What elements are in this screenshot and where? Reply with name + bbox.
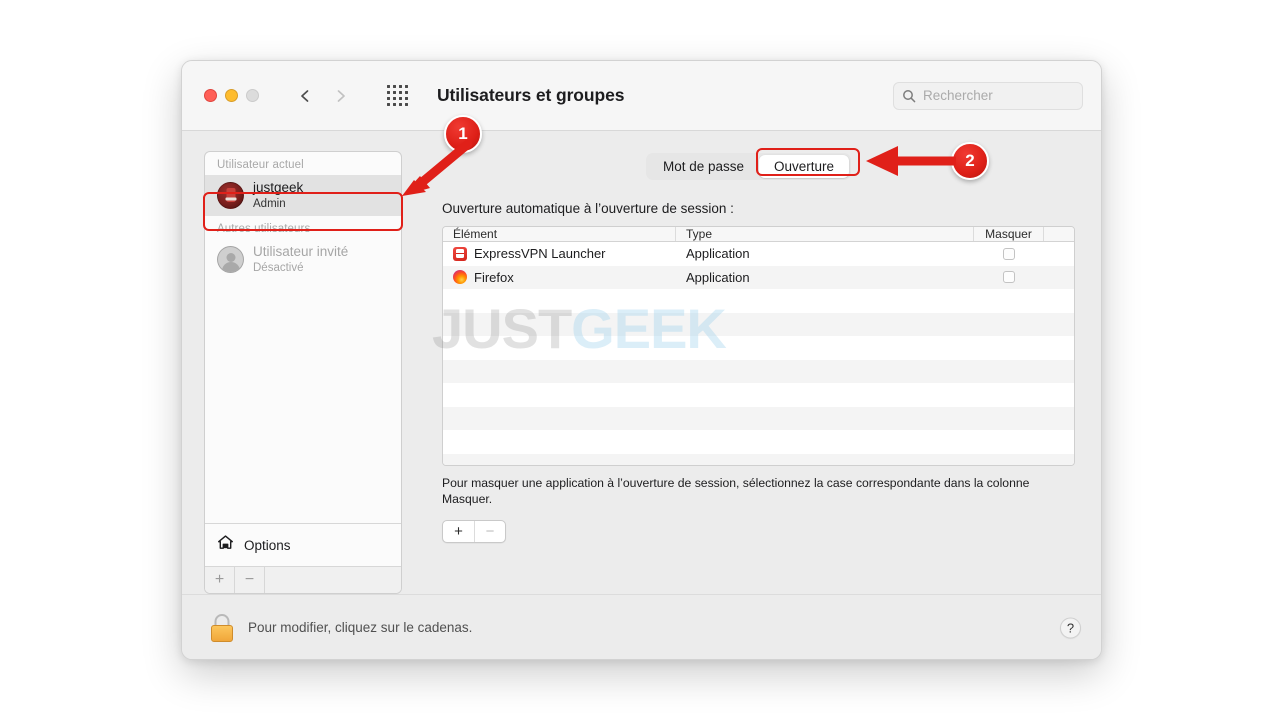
tab-mot-de-passe[interactable]: Mot de passe bbox=[648, 155, 759, 178]
column-header-spacer bbox=[1044, 227, 1074, 241]
empty-table-row bbox=[443, 453, 1074, 465]
cell-spacer bbox=[1044, 242, 1074, 266]
window-bottom-bar: Pour modifier, cliquez sur le cadenas. ? bbox=[182, 594, 1101, 659]
annotation-arrow-1 bbox=[402, 139, 473, 196]
cell-element: Firefox bbox=[443, 266, 676, 290]
chevron-right-icon[interactable] bbox=[333, 88, 349, 104]
sidebar-add-user-button[interactable]: + bbox=[205, 567, 235, 593]
remove-login-item-button[interactable]: − bbox=[474, 520, 505, 542]
column-header-element[interactable]: Élément bbox=[443, 227, 676, 241]
table-row[interactable]: Firefox Application bbox=[443, 265, 1074, 290]
column-header-type[interactable]: Type bbox=[676, 227, 974, 241]
empty-table-row bbox=[443, 430, 1074, 454]
cell-type: Application bbox=[686, 269, 750, 285]
lock-hint-text: Pour modifier, cliquez sur le cadenas. bbox=[248, 620, 473, 635]
sidebar-user-guest[interactable]: Utilisateur invité Désactivé bbox=[205, 239, 401, 280]
table-header: Élément Type Masquer bbox=[443, 227, 1074, 242]
login-items-actions: + − bbox=[442, 519, 506, 543]
guest-status: Désactivé bbox=[253, 262, 304, 275]
login-items-table: Élément Type Masquer ExpressVPN Launcher… bbox=[442, 226, 1075, 466]
tab-ouverture[interactable]: Ouverture bbox=[759, 155, 850, 178]
guest-avatar bbox=[217, 246, 244, 274]
window-titlebar: Utilisateurs et groupes bbox=[182, 61, 1101, 131]
zoom-button[interactable] bbox=[246, 89, 259, 102]
screenshot-stage: Utilisateurs et groupes Utilisateur actu… bbox=[0, 0, 1280, 720]
sidebar-group-label-current: Utilisateur actuel bbox=[217, 159, 304, 171]
empty-table-row bbox=[443, 289, 1074, 313]
table-body: ExpressVPN Launcher Application Firefox … bbox=[443, 242, 1074, 465]
options-label: Options bbox=[244, 537, 291, 553]
empty-table-row bbox=[443, 383, 1074, 407]
empty-table-row bbox=[443, 336, 1074, 360]
firefox-icon bbox=[453, 270, 467, 285]
search-input[interactable] bbox=[923, 88, 1074, 103]
hide-checkbox[interactable] bbox=[1003, 271, 1015, 284]
window-body: Utilisateur actuel justgeek Admin Autres… bbox=[182, 131, 1101, 594]
table-row[interactable]: ExpressVPN Launcher Application bbox=[443, 242, 1074, 266]
search-icon bbox=[902, 89, 916, 103]
sidebar-footer-filler bbox=[265, 567, 401, 593]
cell-hide bbox=[974, 266, 1044, 290]
empty-table-row bbox=[443, 406, 1074, 430]
navigation-arrows bbox=[297, 88, 349, 104]
minimize-button[interactable] bbox=[225, 89, 238, 102]
tab-group: Mot de passe Ouverture bbox=[645, 153, 852, 180]
item-name: Firefox bbox=[474, 269, 514, 285]
search-field[interactable] bbox=[893, 81, 1083, 110]
expressvpn-icon bbox=[453, 246, 467, 261]
sidebar-footer: + − bbox=[205, 566, 401, 593]
cell-type: Application bbox=[686, 246, 750, 262]
sidebar-user-justgeek[interactable]: justgeek Admin bbox=[205, 175, 401, 217]
hide-checkbox[interactable] bbox=[1003, 247, 1015, 260]
empty-table-row bbox=[443, 359, 1074, 383]
chevron-left-icon[interactable] bbox=[297, 88, 313, 104]
traffic-light-group bbox=[204, 89, 259, 102]
empty-table-row bbox=[443, 312, 1074, 336]
section-title: Ouverture automatique à l’ouverture de s… bbox=[442, 201, 734, 216]
item-name: ExpressVPN Launcher bbox=[474, 246, 606, 262]
users-sidebar: Utilisateur actuel justgeek Admin Autres… bbox=[204, 151, 402, 594]
cell-hide bbox=[974, 242, 1044, 266]
sidebar-item-options[interactable]: Options bbox=[205, 523, 401, 566]
content-panel: Mot de passe Ouverture Ouverture automat… bbox=[416, 151, 1081, 594]
lock-icon[interactable] bbox=[210, 613, 234, 642]
cell-spacer bbox=[1044, 266, 1074, 290]
home-icon bbox=[217, 534, 234, 556]
table-hint-text: Pour masquer une application à l’ouvertu… bbox=[442, 476, 1030, 507]
guest-name: Utilisateur invité bbox=[253, 244, 349, 260]
help-button[interactable]: ? bbox=[1060, 617, 1081, 638]
sidebar-remove-user-button[interactable]: − bbox=[235, 567, 265, 593]
show-all-grid-icon[interactable] bbox=[387, 84, 409, 107]
sidebar-group-label-others: Autres utilisateurs bbox=[217, 223, 311, 236]
user-role: Admin bbox=[253, 197, 286, 210]
annotation-arrow-2 bbox=[866, 146, 956, 176]
cell-element: ExpressVPN Launcher bbox=[443, 242, 676, 266]
user-name: justgeek bbox=[253, 180, 304, 195]
page-title: Utilisateurs et groupes bbox=[437, 85, 625, 105]
add-login-item-button[interactable]: + bbox=[443, 521, 474, 542]
column-header-masquer[interactable]: Masquer bbox=[974, 227, 1044, 241]
avatar bbox=[217, 182, 244, 210]
sidebar-scroll-area: Utilisateur actuel justgeek Admin Autres… bbox=[205, 152, 401, 523]
close-button[interactable] bbox=[204, 89, 217, 102]
